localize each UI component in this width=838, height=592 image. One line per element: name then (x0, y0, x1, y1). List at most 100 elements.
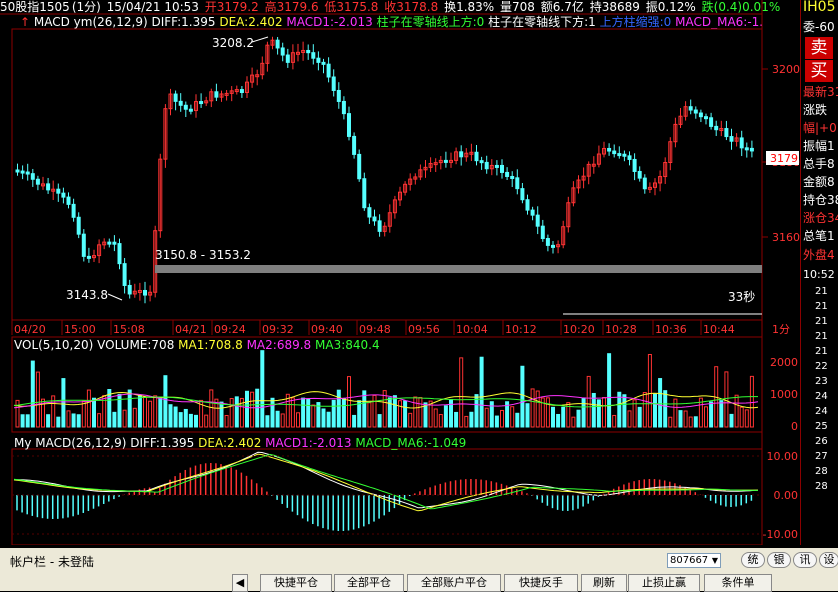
volume-bar (336, 389, 341, 428)
volume-bar (449, 398, 453, 428)
pill-button-0[interactable]: 统 (741, 552, 765, 568)
close-all-button[interactable]: 全部平仓 (334, 574, 404, 592)
volume-bar (744, 409, 749, 428)
volume-bar (158, 397, 163, 428)
macd-histogram (13, 451, 759, 531)
pill-button-2[interactable]: 讯 (793, 552, 817, 568)
volume-bar (556, 413, 561, 428)
my-macd-indicator-line: My MACD(26,12,9) DIFF:1.395 DEA:2.402 MA… (14, 436, 466, 450)
price-candle (178, 100, 183, 106)
volume-bar (61, 378, 66, 428)
volume-bar (387, 397, 392, 428)
price-candle (122, 263, 127, 286)
volume-bar (275, 410, 280, 428)
volume-bar (357, 400, 362, 428)
volume-bar (612, 414, 617, 428)
price-candle (520, 188, 525, 201)
volume-bar (418, 396, 423, 428)
price-candle (76, 216, 81, 235)
volume-bar (469, 411, 474, 428)
volume-bar (484, 407, 489, 428)
sell-button[interactable]: 卖 (805, 37, 833, 59)
buy-button[interactable]: 买 (805, 60, 833, 82)
tick-value: 27 (815, 451, 828, 462)
volume-bar (576, 409, 581, 428)
account-select[interactable]: 807667 ▼ (667, 553, 721, 568)
quick-reverse-button[interactable]: 快捷反手 (504, 574, 578, 592)
period-tag: 1分 (772, 323, 790, 336)
pill-button-3[interactable]: 设 (819, 552, 838, 568)
time-axis-label: 10:20 (563, 323, 595, 336)
price-candle (117, 243, 122, 265)
mymacd-ma6: MACD_MA6:-1.049 (355, 436, 467, 450)
volume-bar (438, 414, 443, 428)
tick-time: 10:52 (803, 268, 835, 281)
volume-bar (561, 406, 566, 428)
tick-value: 28 (815, 466, 828, 477)
quote-side-panel: IH05 委-60 卖 买 最新31 涨跌 幅|+0 振幅1 总手8 金额8 持… (800, 0, 838, 545)
price-candle (540, 225, 545, 240)
volume-bar (673, 398, 678, 428)
pill-button-1[interactable]: 银 (767, 552, 791, 568)
volume-bar (653, 393, 657, 428)
volume-bar (372, 394, 377, 428)
tick-value: 28 (815, 481, 828, 492)
price-candle (525, 199, 530, 211)
price-candle (505, 171, 510, 177)
price-candle (479, 160, 484, 164)
volume-bar (30, 360, 35, 428)
volume-bar (520, 365, 525, 428)
volume-bar (464, 415, 469, 428)
time-axis-label: 04/20 (14, 323, 46, 336)
volume-bar (443, 405, 448, 428)
tick-value: 25 (815, 421, 828, 432)
tick-value: 23 (815, 376, 828, 387)
price-candle (81, 233, 86, 257)
price-candle (199, 101, 204, 105)
volume-bar (408, 412, 413, 428)
volume-bar (204, 414, 209, 428)
left-arrow-icon[interactable]: ◀ (232, 574, 248, 592)
volume-bar (15, 399, 20, 428)
price-candle (316, 57, 321, 63)
volume-bar (137, 395, 142, 428)
price-candle (66, 196, 71, 205)
volume-bar (377, 414, 382, 428)
vol-ma1: MA1:708.8 (178, 338, 243, 352)
macd-ma6-line (13, 453, 758, 510)
row-2: 幅|+0 (803, 121, 837, 135)
tick-value: 21 (815, 346, 828, 357)
price-candle (704, 116, 708, 120)
tick-value: 21 (815, 331, 828, 342)
volume-bar (392, 395, 397, 428)
time-axis-label: 09:24 (214, 323, 246, 336)
volume-bar (500, 409, 504, 428)
price-candle (377, 220, 382, 232)
price-candle (612, 150, 617, 155)
volume-bar (173, 406, 178, 428)
close-all-accounts-button[interactable]: 全部账户平仓 (407, 574, 501, 592)
refresh-button[interactable]: 刷新 (581, 574, 627, 592)
volume-bar (693, 416, 698, 428)
volume-bar (260, 350, 265, 428)
stop-loss-profit-button[interactable]: 止损止赢 (628, 574, 700, 592)
volume-bar (209, 389, 214, 428)
volume-bar (250, 391, 255, 428)
chart-canvas[interactable]: 32003180316004/2015:0015:0804/2109:2409:… (0, 0, 800, 545)
volume-bar (25, 414, 30, 428)
annotation-low: 3143.8 (66, 288, 108, 302)
quick-close-button[interactable]: 快捷平仓 (260, 574, 332, 592)
price-candle (637, 170, 642, 179)
volume-bar (515, 412, 520, 428)
price-candle (367, 207, 372, 218)
time-axis-label: 09:40 (311, 323, 343, 336)
volume-bar (719, 400, 724, 428)
volume-bar (678, 410, 683, 428)
conditional-order-button[interactable]: 条件单 (704, 574, 772, 592)
time-axis-label: 10:28 (605, 323, 637, 336)
tick-value: 26 (815, 436, 828, 447)
volume-bar (433, 408, 438, 428)
price-candle (143, 289, 147, 296)
price-candle (15, 169, 20, 173)
price-candle (545, 238, 550, 246)
